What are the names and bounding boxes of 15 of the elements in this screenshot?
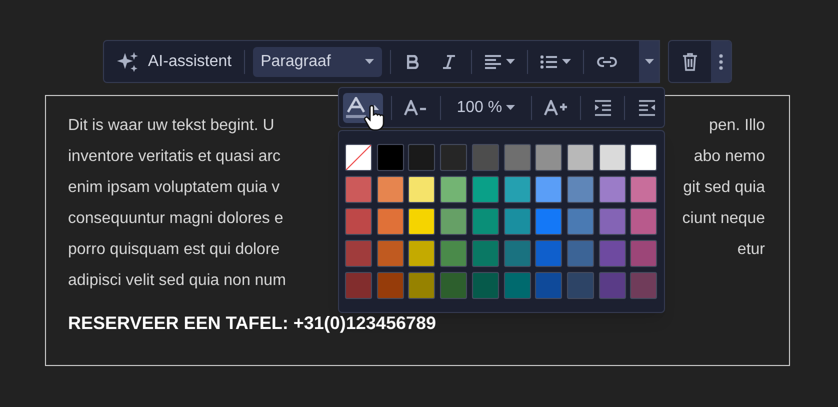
paragraph-text: consequuntur magni dolores e: [68, 209, 284, 229]
paragraph-text: pen. Illo: [708, 116, 765, 136]
paragraph-text: ciunt neque: [682, 209, 765, 229]
font-size-dropdown[interactable]: 100 %: [448, 92, 524, 122]
paragraph-text: porro quisquam est qui dolore: [68, 240, 280, 260]
block-style-dropdown[interactable]: Paragraaf: [252, 46, 382, 76]
paragraph-text: git sed quia: [683, 178, 765, 198]
paragraph-text: abo nemo: [694, 147, 765, 167]
paragraph-text: inventore veritatis et quasi arc: [68, 147, 281, 167]
paragraph-text: etur: [737, 240, 765, 260]
paragraph-text: adipisci velit sed quia non num: [68, 271, 286, 291]
heading-text: RESERVEER EEN TAFEL: +31(0)123456789: [68, 312, 437, 335]
ai-assistant-button[interactable]: AI-assistent: [112, 46, 236, 78]
paragraph-text: Dit is waar uw tekst begint. U: [68, 116, 274, 136]
paragraph-text: enim ipsam voluptatem quia v: [68, 178, 280, 198]
